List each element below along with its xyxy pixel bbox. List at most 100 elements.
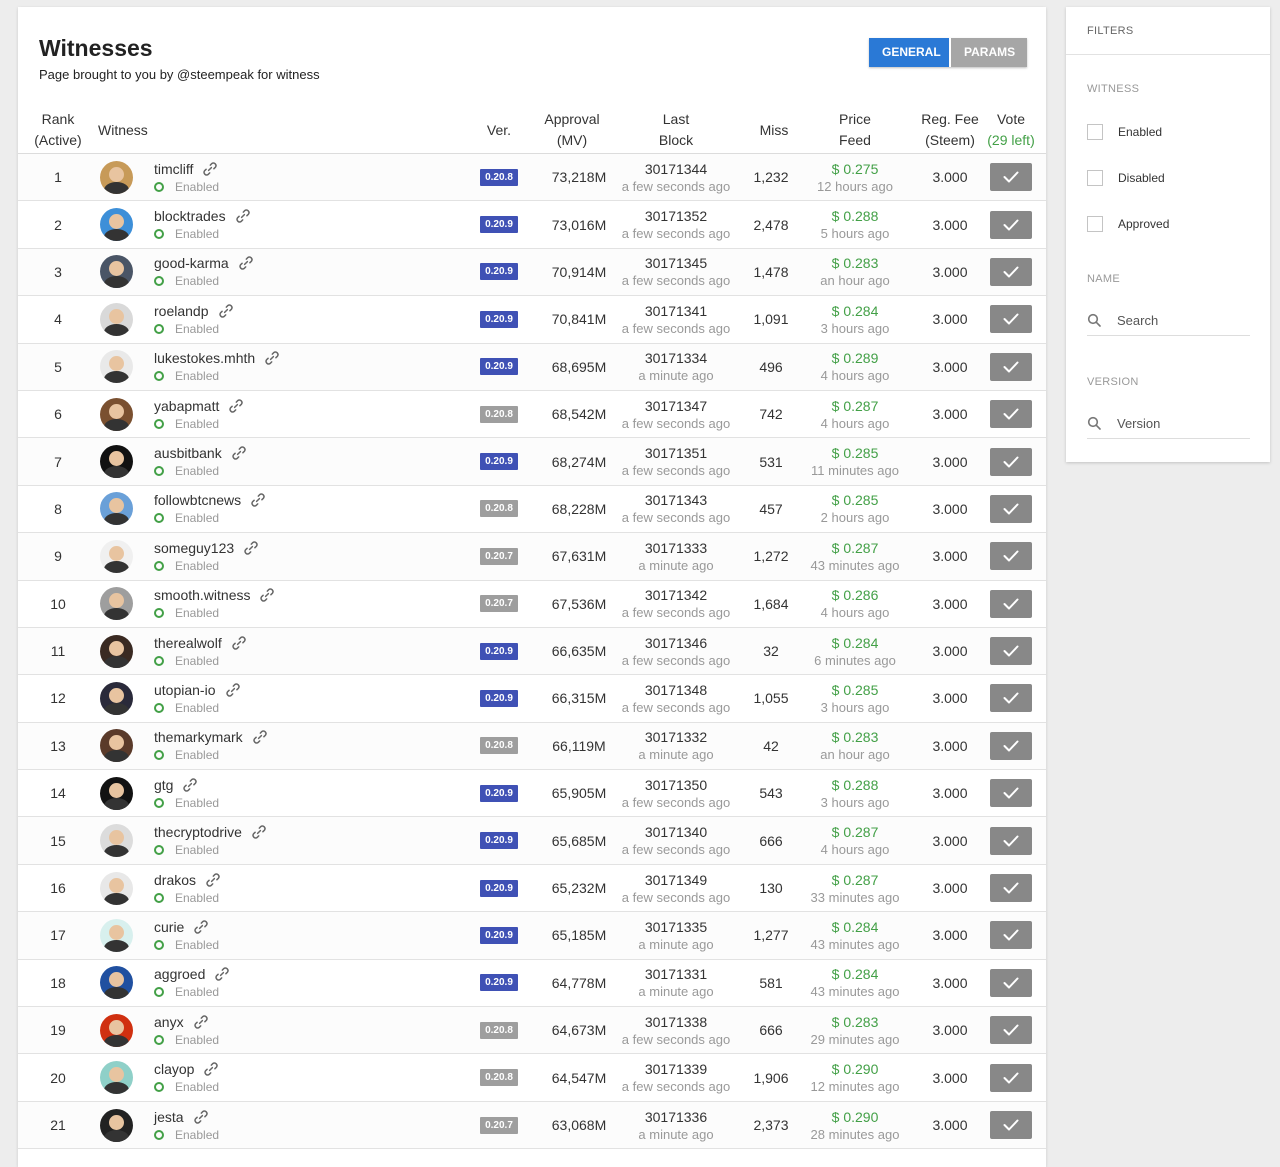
- vote-button[interactable]: [990, 210, 1032, 239]
- checkbox-box[interactable]: [1087, 124, 1103, 140]
- vote-button[interactable]: [990, 968, 1032, 997]
- tab-params[interactable]: PARAMS: [951, 38, 1027, 67]
- header-rank[interactable]: Rank (Active): [32, 107, 84, 153]
- version-search-input[interactable]: [1117, 415, 1237, 431]
- filter-disabled-checkbox[interactable]: Disabled: [1087, 170, 1165, 186]
- link-icon[interactable]: [250, 492, 266, 508]
- link-icon[interactable]: [193, 919, 209, 935]
- header-miss[interactable]: Miss: [752, 107, 796, 153]
- link-icon[interactable]: [264, 350, 280, 366]
- avatar[interactable]: [99, 302, 133, 336]
- witness-name[interactable]: utopian-io: [154, 682, 216, 698]
- vote-button[interactable]: [990, 1111, 1032, 1139]
- avatar[interactable]: [99, 208, 133, 242]
- tab-general[interactable]: GENERAL: [869, 38, 949, 67]
- avatar[interactable]: [99, 492, 133, 526]
- vote-button[interactable]: [990, 400, 1032, 429]
- witness-name[interactable]: lukestokes.mhth: [154, 350, 255, 366]
- link-icon[interactable]: [231, 445, 247, 461]
- vote-button[interactable]: [990, 589, 1032, 618]
- avatar[interactable]: [99, 966, 133, 1000]
- link-icon[interactable]: [251, 824, 267, 840]
- link-icon[interactable]: [225, 682, 241, 698]
- link-icon[interactable]: [231, 635, 247, 651]
- witness-name[interactable]: someguy123: [154, 540, 234, 556]
- avatar[interactable]: [99, 871, 133, 905]
- vote-button[interactable]: [990, 494, 1032, 523]
- witness-name[interactable]: followbtcnews: [154, 492, 241, 508]
- avatar[interactable]: [99, 918, 133, 952]
- link-icon[interactable]: [193, 1109, 209, 1125]
- link-icon[interactable]: [243, 540, 259, 556]
- vote-button[interactable]: [990, 637, 1032, 666]
- vote-button[interactable]: [990, 257, 1032, 286]
- witness-name[interactable]: anyx: [154, 1014, 184, 1030]
- vote-button[interactable]: [990, 779, 1032, 808]
- witness-name[interactable]: roelandp: [154, 303, 209, 319]
- link-icon[interactable]: [202, 161, 218, 177]
- vote-button[interactable]: [990, 684, 1032, 713]
- avatar[interactable]: [99, 776, 133, 810]
- witness-name[interactable]: good-karma: [154, 255, 229, 271]
- link-icon[interactable]: [203, 1061, 219, 1077]
- header-last-block[interactable]: Last Block: [646, 107, 706, 153]
- avatar[interactable]: [99, 729, 133, 763]
- link-icon[interactable]: [235, 208, 251, 224]
- witness-name[interactable]: blocktrades: [154, 208, 226, 224]
- checkbox-box[interactable]: [1087, 216, 1103, 232]
- link-icon[interactable]: [218, 303, 234, 319]
- witness-name[interactable]: aggroed: [154, 966, 205, 982]
- witness-name[interactable]: timcliff: [154, 161, 193, 177]
- header-witness[interactable]: Witness: [98, 107, 152, 153]
- witness-name[interactable]: thecryptodrive: [154, 824, 242, 840]
- avatar[interactable]: [99, 539, 133, 573]
- checkbox-box[interactable]: [1087, 170, 1103, 186]
- avatar[interactable]: [99, 255, 133, 289]
- vote-button[interactable]: [990, 874, 1032, 903]
- vote-button[interactable]: [990, 352, 1032, 381]
- vote-button[interactable]: [990, 731, 1032, 760]
- vote-button[interactable]: [990, 542, 1032, 571]
- avatar[interactable]: [99, 1108, 133, 1142]
- avatar[interactable]: [99, 587, 133, 621]
- avatar[interactable]: [99, 397, 133, 431]
- avatar[interactable]: [99, 1061, 133, 1095]
- header-price-feed[interactable]: Price Feed: [826, 107, 884, 153]
- witness-name[interactable]: yabapmatt: [154, 398, 219, 414]
- vote-button[interactable]: [990, 1063, 1032, 1092]
- name-search-input[interactable]: [1117, 312, 1237, 328]
- header-approval[interactable]: Approval (MV): [538, 107, 606, 153]
- avatar[interactable]: [99, 350, 133, 384]
- avatar[interactable]: [99, 445, 133, 479]
- witness-name[interactable]: therealwolf: [154, 635, 222, 651]
- vote-button[interactable]: [990, 1016, 1032, 1045]
- link-icon[interactable]: [252, 729, 268, 745]
- vote-button[interactable]: [990, 163, 1032, 192]
- link-icon[interactable]: [259, 587, 275, 603]
- vote-button[interactable]: [990, 305, 1032, 334]
- link-icon[interactable]: [193, 1014, 209, 1030]
- link-icon[interactable]: [228, 398, 244, 414]
- witness-name[interactable]: ausbitbank: [154, 445, 222, 461]
- vote-button[interactable]: [990, 826, 1032, 855]
- avatar[interactable]: [99, 1013, 133, 1047]
- witness-name[interactable]: themarkymark: [154, 729, 243, 745]
- link-icon[interactable]: [238, 255, 254, 271]
- witness-name[interactable]: gtg: [154, 777, 173, 793]
- filter-enabled-checkbox[interactable]: Enabled: [1087, 124, 1162, 140]
- vote-button[interactable]: [990, 447, 1032, 476]
- witness-name[interactable]: curie: [154, 919, 184, 935]
- header-reg-fee[interactable]: Reg. Fee (Steem): [916, 107, 984, 153]
- avatar[interactable]: [99, 824, 133, 858]
- avatar[interactable]: [99, 160, 133, 194]
- vote-button[interactable]: [990, 921, 1032, 950]
- avatar[interactable]: [99, 634, 133, 668]
- witness-name[interactable]: drakos: [154, 872, 196, 888]
- version-search-field[interactable]: [1087, 408, 1250, 439]
- filter-approved-checkbox[interactable]: Approved: [1087, 216, 1169, 232]
- witness-name[interactable]: clayop: [154, 1061, 194, 1077]
- witness-name[interactable]: smooth.witness: [154, 587, 250, 603]
- witness-name[interactable]: jesta: [154, 1109, 184, 1125]
- link-icon[interactable]: [182, 777, 198, 793]
- header-ver[interactable]: Ver.: [480, 107, 518, 153]
